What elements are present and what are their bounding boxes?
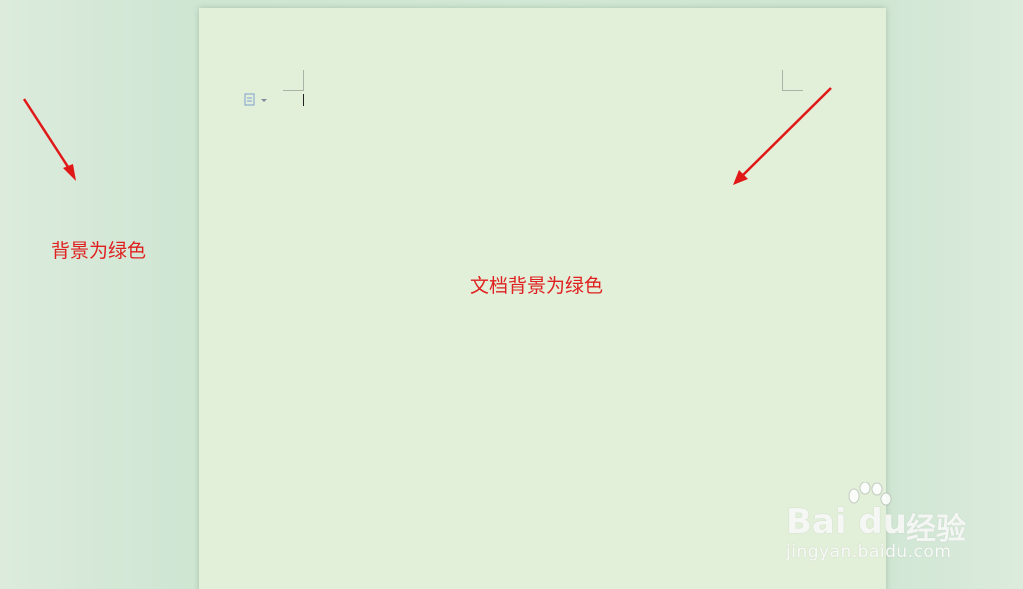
- annotation-document-background: 文档背景为绿色: [470, 275, 604, 297]
- watermark-url: jingyan.baidu.com: [786, 542, 952, 562]
- annotation-outer-background: 背景为绿色: [51, 240, 147, 262]
- watermark-brand: Bai du: [786, 502, 907, 542]
- baidu-jingyan-watermark: Bai du 经验 jingyan.baidu.com: [786, 482, 986, 572]
